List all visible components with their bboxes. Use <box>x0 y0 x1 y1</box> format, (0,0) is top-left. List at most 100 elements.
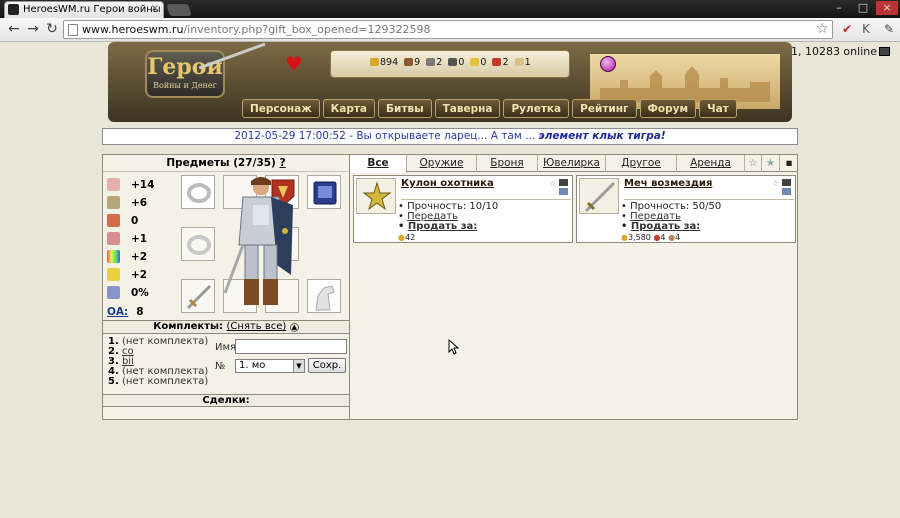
gem-icon <box>514 58 524 66</box>
bookmark-star-icon[interactable]: ☆ <box>816 21 829 37</box>
sell-link[interactable]: Продать за: <box>408 221 477 232</box>
pendant-image <box>356 178 396 214</box>
kits-header: Комплекты: (Снять все) ▲ <box>103 320 349 334</box>
menu-battles[interactable]: Битвы <box>378 99 432 118</box>
divider <box>401 199 571 200</box>
slot-ring-left[interactable] <box>181 175 215 209</box>
slot-ring-right[interactable] <box>181 227 215 261</box>
item-actions-icon[interactable]: ☆ <box>772 178 792 196</box>
tab-close-icon[interactable]: × <box>151 3 159 14</box>
favorite-star-icon[interactable]: ★ <box>762 155 780 172</box>
stat-value: +6 <box>131 197 148 209</box>
item-actions-icon[interactable]: ☆ <box>549 178 569 196</box>
remove-all-link[interactable]: (Снять все) <box>227 321 287 332</box>
sulfur-icon <box>470 58 480 66</box>
kit-number-select[interactable]: 1. мо ▼ <box>235 359 305 373</box>
event-message: 2012-05-29 17:00:52 - Вы открываете ларе… <box>102 128 798 145</box>
deals-title: Сделки: <box>202 395 250 406</box>
horse-icon <box>315 285 335 311</box>
wood-icon <box>404 58 414 66</box>
luck-icon <box>107 250 120 263</box>
stat-value: +2 <box>131 251 148 263</box>
minimize-icon[interactable]: – <box>828 1 850 15</box>
hero-figure <box>223 177 293 305</box>
menu-chat[interactable]: Чат <box>699 99 737 118</box>
item-card-sword[interactable]: Меч возмездия ☆ • Прочность: 50/50 • Пер… <box>576 175 796 243</box>
extension-icon[interactable]: ✔ <box>840 22 854 36</box>
stat-value: +14 <box>131 179 155 191</box>
attack-icon <box>107 178 120 191</box>
stat-morale: +2 <box>107 267 147 285</box>
back-icon[interactable]: ← <box>6 21 22 37</box>
pendant-icon <box>362 181 392 211</box>
tab-weapons[interactable]: Оружие <box>407 155 477 172</box>
tab-armor[interactable]: Броня <box>477 155 538 172</box>
kit-select-value: 1. мо <box>239 360 266 371</box>
item-price: ●3,580 ●4 ●4 <box>621 233 680 242</box>
tab-jewelry[interactable]: Ювелирка <box>538 155 606 172</box>
menu-forum[interactable]: Форум <box>639 99 697 118</box>
price-gold: 3,580 <box>627 233 651 242</box>
collapse-up-icon[interactable]: ▲ <box>289 323 299 332</box>
settings-icon[interactable]: ▪ <box>780 155 798 172</box>
defense-icon <box>107 196 120 209</box>
svg-text:☆: ☆ <box>772 179 779 188</box>
menu-rating[interactable]: Рейтинг <box>572 99 637 118</box>
menu-tavern[interactable]: Таверна <box>434 99 501 118</box>
resistance-icon <box>107 286 120 299</box>
castle-icon <box>600 66 770 102</box>
new-tab-button[interactable] <box>166 4 192 16</box>
slot-horse[interactable] <box>307 279 341 313</box>
extension-k-icon[interactable]: K <box>859 22 873 36</box>
menu-character[interactable]: Персонаж <box>242 99 320 118</box>
close-window-icon[interactable]: × <box>876 1 898 15</box>
browser-tab[interactable]: HeroesWM.ru Герои войны × <box>4 1 164 18</box>
page-icon <box>68 24 78 36</box>
chevron-down-icon: ▼ <box>293 360 304 372</box>
stat-value: 0 <box>131 215 139 227</box>
address-bar[interactable]: www.heroeswm.ru/inventory.php?gift_box_o… <box>63 20 833 39</box>
crystal-value: 2 <box>502 57 509 68</box>
save-kit-button[interactable]: Сохр. <box>308 358 346 373</box>
favorite-empty-icon[interactable]: ☆ <box>745 155 762 172</box>
mana-orb-icon[interactable] <box>600 56 616 72</box>
wrench-icon[interactable]: ✎ <box>882 22 896 36</box>
stat-spellpower: 0 <box>107 213 138 231</box>
help-link[interactable]: ? <box>280 157 286 169</box>
tab-other[interactable]: Другое <box>606 155 677 172</box>
slot-book[interactable] <box>307 175 341 209</box>
kit-name-input[interactable] <box>235 339 347 354</box>
gold-value: 894 <box>380 57 399 68</box>
menu-map[interactable]: Карта <box>322 99 376 118</box>
tab-title: HeroesWM.ru Герои войны <box>23 4 161 15</box>
forward-icon[interactable]: → <box>25 21 41 37</box>
sell-link[interactable]: Продать за: <box>631 221 700 232</box>
oa-label[interactable]: ОА: <box>107 306 128 318</box>
monitor-icon <box>879 47 890 56</box>
stat-knowledge: +1 <box>107 231 147 249</box>
price-resource: 4 <box>675 233 681 242</box>
wood-value: 9 <box>414 57 421 68</box>
maximize-icon[interactable]: □ <box>852 1 874 15</box>
gem-value: 1 <box>524 57 531 68</box>
health-heart-icon[interactable]: ♥ <box>285 52 303 76</box>
browser-tab-bar: HeroesWM.ru Герои войны × – □ × <box>0 0 900 18</box>
ring-icon <box>187 235 211 255</box>
reload-icon[interactable]: ↻ <box>44 21 60 37</box>
morale-icon <box>107 268 120 281</box>
knowledge-icon <box>107 232 120 245</box>
item-card-pendant[interactable]: Кулон охотника ☆ • Прочность: 10/10 • Пе… <box>353 175 573 243</box>
item-name[interactable]: Меч возмездия <box>624 178 712 189</box>
gold-icon: ● <box>621 233 628 242</box>
kit-number-label: № <box>215 361 226 372</box>
resource-icon: ● <box>668 233 676 242</box>
kit-num: 5. <box>108 376 119 387</box>
menu-roulette[interactable]: Рулетка <box>503 99 570 118</box>
mercury-icon <box>448 58 458 66</box>
tab-rent[interactable]: Аренда <box>677 155 745 172</box>
inventory-title: Предметы (27/35) ? <box>103 155 349 172</box>
slot-weapon[interactable] <box>181 279 215 313</box>
item-name[interactable]: Кулон охотника <box>401 178 494 189</box>
mouse-cursor-icon <box>448 339 460 355</box>
tab-all[interactable]: Все <box>350 155 407 173</box>
